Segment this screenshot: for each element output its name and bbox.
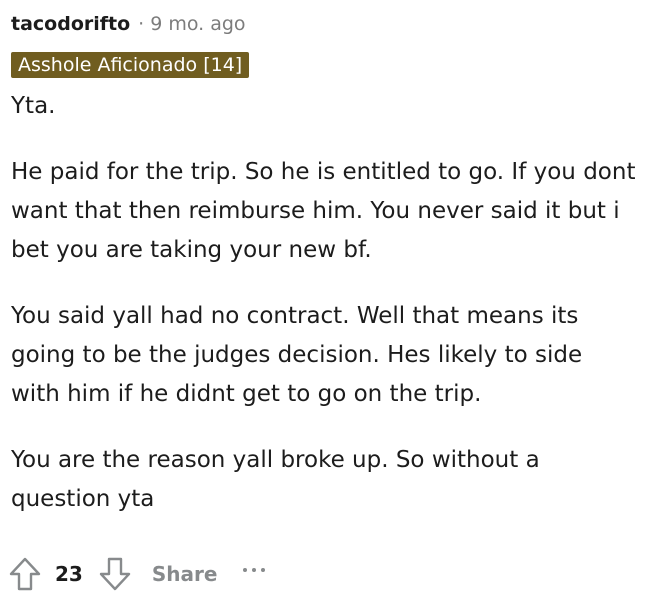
comment-paragraph: You said yall had no contract. Well that… xyxy=(11,303,583,407)
comment-paragraph: He paid for the trip. So he is entitled … xyxy=(11,159,636,263)
downvote-button[interactable] xyxy=(97,554,133,594)
meta-separator: · xyxy=(138,13,145,35)
comment-body: Yta. He paid for the trip. So he is enti… xyxy=(11,87,636,519)
user-flair: Asshole Aficionado [14] xyxy=(11,52,250,78)
comment-paragraph: Yta. xyxy=(11,93,56,119)
more-options-icon[interactable] xyxy=(243,560,266,580)
timestamp[interactable]: 9 mo. ago xyxy=(150,13,245,35)
share-button[interactable]: Share xyxy=(152,562,218,586)
comment: tacodorifto · 9 mo. ago Asshole Aficiona… xyxy=(11,10,636,519)
upvote-arrow-icon xyxy=(9,557,41,591)
upvote-button[interactable] xyxy=(7,554,43,594)
comment-meta: tacodorifto · 9 mo. ago xyxy=(11,10,636,38)
vote-score: 23 xyxy=(55,562,83,586)
more-dot xyxy=(261,568,266,572)
comment-actions: 23 Share xyxy=(7,554,266,594)
more-dot xyxy=(252,568,257,572)
downvote-arrow-icon xyxy=(99,557,131,591)
comment-paragraph: You are the reason yall broke up. So wit… xyxy=(11,447,540,512)
author-link[interactable]: tacodorifto xyxy=(11,13,130,35)
more-dot xyxy=(243,568,248,572)
